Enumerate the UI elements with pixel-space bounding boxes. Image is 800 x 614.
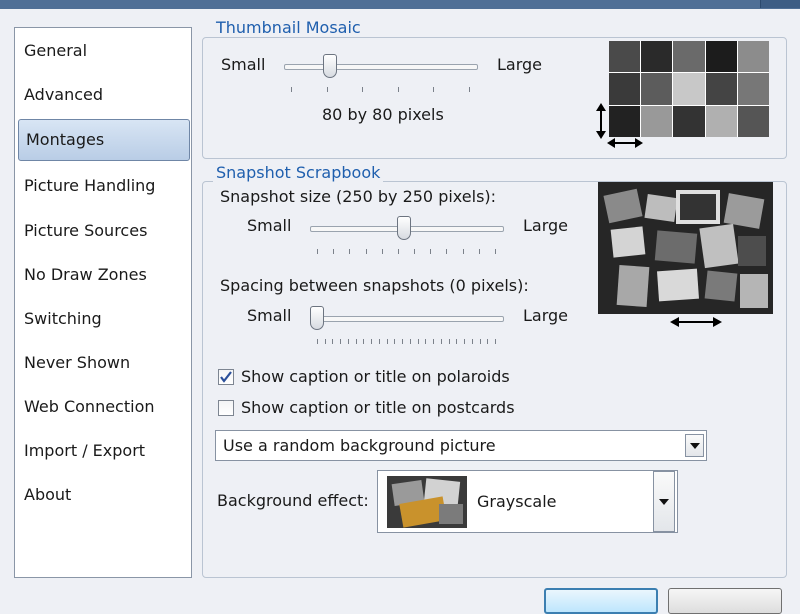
close-window-button[interactable] — [760, 0, 800, 8]
slider-tick — [340, 339, 342, 344]
snapshot-size-slider-thumb[interactable] — [397, 216, 412, 240]
slider-tick — [332, 339, 334, 344]
category-sidebar: General Advanced Montages Picture Handli… — [14, 27, 192, 578]
sidebar-item-about[interactable]: About — [17, 477, 189, 513]
slider-tick — [291, 87, 292, 92]
snapshot-size-label: Snapshot size (250 by 250 pixels): — [220, 187, 497, 206]
slider-tick — [362, 87, 364, 92]
ok-button[interactable] — [544, 588, 658, 614]
snapshot-spacing-label: Spacing between snapshots (0 pixels): — [220, 276, 529, 295]
mosaic-size-text: 80 by 80 pixels — [322, 105, 444, 124]
slider-tick — [397, 249, 399, 254]
slider-tick — [478, 249, 480, 254]
caption-polaroids-label[interactable]: Show caption or title on polaroids — [241, 367, 510, 387]
background-picture-select[interactable]: Use a random background picture — [215, 430, 707, 461]
sidebar-item-montages[interactable]: Montages — [18, 119, 190, 161]
background-effect-value: Grayscale — [477, 492, 557, 511]
cancel-button[interactable] — [668, 588, 782, 614]
sidebar-item-picture-handling[interactable]: Picture Handling — [17, 168, 189, 204]
vertical-size-arrow-icon — [596, 103, 606, 139]
slider-tick — [495, 249, 496, 254]
mosaic-size-slider-thumb[interactable] — [323, 54, 338, 78]
sidebar-item-general[interactable]: General — [17, 33, 189, 69]
slider-tick — [371, 339, 373, 344]
snapshot-spacing-slider-thumb[interactable] — [310, 306, 324, 330]
mosaic-small-label: Small — [221, 55, 266, 74]
mosaic-preview-image — [609, 41, 769, 137]
snapshot-spacing-large-label: Large — [523, 306, 569, 325]
sidebar-item-advanced[interactable]: Advanced — [17, 77, 189, 113]
slider-tick — [487, 339, 489, 344]
slider-tick — [326, 87, 328, 92]
snapshot-spacing-slider-track[interactable] — [310, 316, 504, 322]
slider-tick — [402, 339, 404, 344]
slider-tick — [333, 249, 335, 254]
slider-tick — [479, 339, 481, 344]
window-title-bar — [0, 0, 800, 9]
slider-tick — [417, 339, 419, 344]
snapshot-spacing-small-label: Small — [247, 306, 292, 325]
check-mark-icon — [220, 371, 232, 383]
slider-tick — [378, 339, 380, 344]
scrapbook-preview-image — [598, 182, 773, 314]
horizontal-size-arrow-icon — [607, 138, 643, 148]
chevron-down-icon — [659, 498, 669, 505]
slider-tick — [495, 339, 496, 344]
background-picture-select-value: Use a random background picture — [223, 436, 496, 455]
slider-tick — [464, 339, 466, 344]
snapshot-scrapbook-title: Snapshot Scrapbook — [213, 164, 384, 182]
slider-tick — [365, 249, 367, 254]
slider-tick — [397, 87, 399, 92]
slider-tick — [324, 339, 326, 344]
slider-tick — [347, 339, 349, 344]
slider-tick — [448, 339, 450, 344]
snapshot-size-small-label: Small — [247, 216, 292, 235]
slider-tick — [471, 339, 473, 344]
thumbnail-mosaic-title: Thumbnail Mosaic — [213, 19, 364, 37]
sidebar-item-switching[interactable]: Switching — [17, 301, 189, 337]
slider-tick — [414, 249, 416, 254]
slider-tick — [394, 339, 396, 344]
slider-tick — [386, 339, 388, 344]
slider-tick — [469, 87, 470, 92]
slider-tick — [425, 339, 427, 344]
background-effect-preview-image — [387, 476, 467, 528]
caption-postcards-label[interactable]: Show caption or title on postcards — [241, 398, 515, 418]
mosaic-size-slider-track[interactable] — [284, 64, 478, 70]
caption-postcards-checkbox[interactable] — [218, 400, 234, 416]
slider-tick — [433, 339, 435, 344]
slider-tick — [349, 249, 351, 254]
slider-tick — [317, 339, 318, 344]
slider-tick — [363, 339, 365, 344]
slider-tick — [433, 87, 435, 92]
chevron-down-icon — [689, 442, 700, 449]
background-picture-dropdown-button[interactable] — [685, 434, 704, 457]
background-effect-label: Background effect: — [217, 491, 369, 510]
slider-tick — [440, 339, 442, 344]
sidebar-item-web-connection[interactable]: Web Connection — [17, 389, 189, 425]
slider-tick — [355, 339, 357, 344]
scrapbook-width-arrow-icon — [670, 317, 722, 327]
sidebar-item-picture-sources[interactable]: Picture Sources — [17, 213, 189, 249]
slider-tick — [462, 249, 464, 254]
sidebar-item-never-shown[interactable]: Never Shown — [17, 345, 189, 381]
background-effect-select[interactable]: Grayscale — [377, 470, 678, 533]
caption-polaroids-checkbox[interactable] — [218, 369, 234, 385]
slider-tick — [381, 249, 383, 254]
background-effect-dropdown-button[interactable] — [653, 471, 675, 532]
slider-tick — [456, 339, 458, 344]
sidebar-item-no-draw-zones[interactable]: No Draw Zones — [17, 257, 189, 293]
sidebar-item-import-export[interactable]: Import / Export — [17, 433, 189, 469]
snapshot-size-large-label: Large — [523, 216, 569, 235]
slider-tick — [409, 339, 411, 344]
slider-tick — [446, 249, 448, 254]
slider-tick — [317, 249, 318, 254]
mosaic-large-label: Large — [497, 55, 543, 74]
slider-tick — [430, 249, 432, 254]
